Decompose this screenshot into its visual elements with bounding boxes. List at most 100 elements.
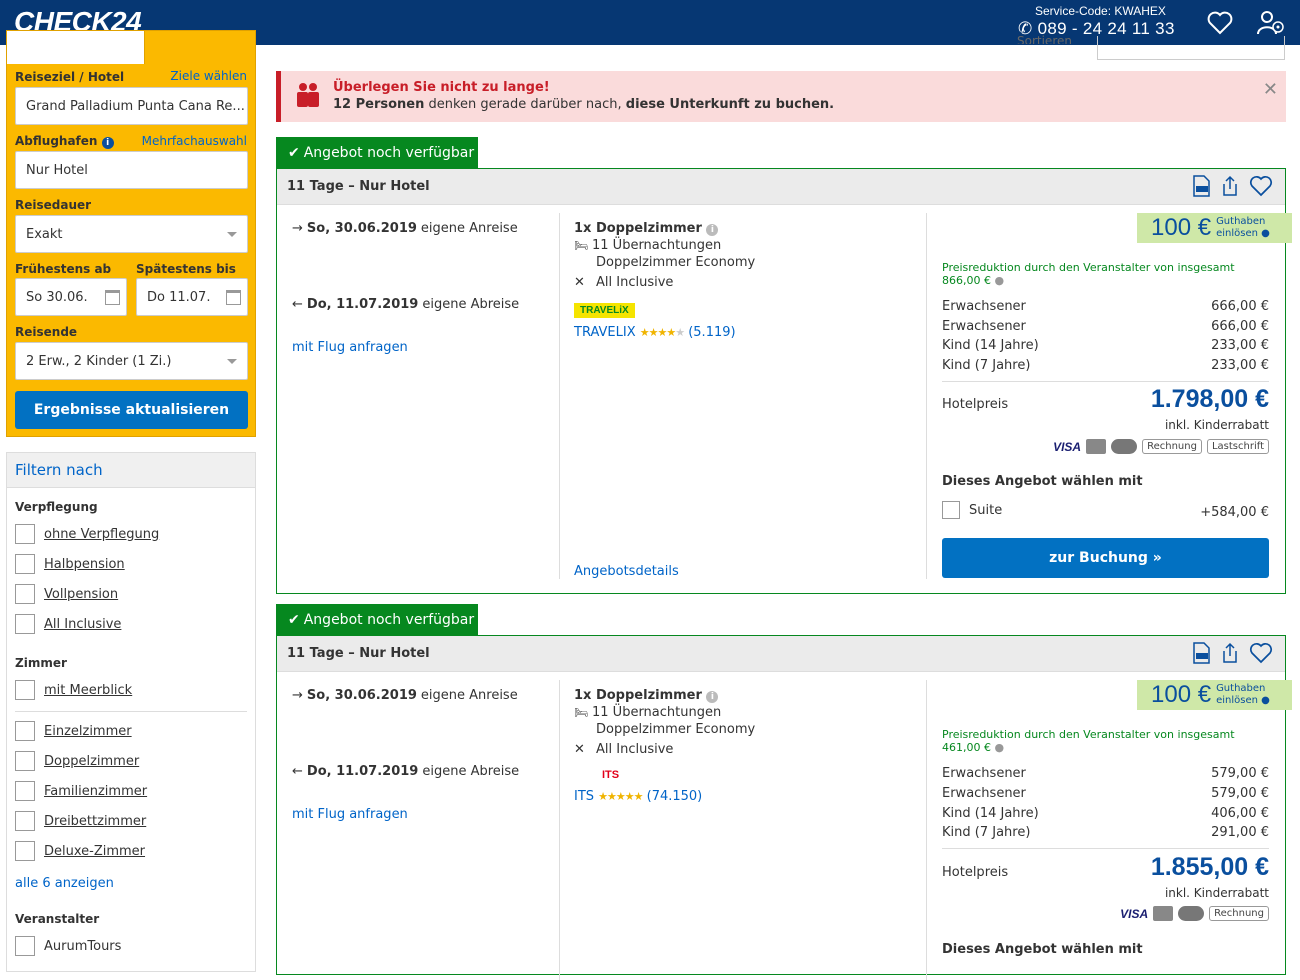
- room-title: 1x Doppelzimmer: [574, 688, 702, 703]
- divider: [559, 213, 560, 579]
- checkbox[interactable]: [15, 554, 35, 574]
- mastercard-icon: [1178, 906, 1205, 921]
- checkbox[interactable]: [15, 811, 35, 831]
- show-all-rooms-link[interactable]: alle 6 anzeigen: [15, 876, 114, 891]
- filter-board-none[interactable]: ohne Verpflegung: [15, 524, 159, 544]
- share-icon[interactable]: [1220, 175, 1240, 201]
- user-account-icon[interactable]: [1256, 8, 1286, 38]
- offer-card: 11 Tage – Nur Hotel → So, 30.06.2019 eigen…: [276, 635, 1292, 980]
- checkbox[interactable]: [15, 680, 35, 700]
- visa-icon: VISA: [1120, 906, 1149, 921]
- info-icon[interactable]: i: [706, 691, 719, 703]
- filter-room-single[interactable]: Einzelzimmer: [15, 721, 132, 741]
- close-icon[interactable]: ✕: [1263, 79, 1278, 100]
- request-with-flight-link[interactable]: mit Flug anfragen: [292, 340, 408, 355]
- update-results-button[interactable]: Ergebnisse aktualisieren: [15, 391, 248, 429]
- checkbox[interactable]: [15, 721, 35, 741]
- offer-header: 11 Tage – Nur Hotel: [277, 636, 1285, 672]
- rating-count: (74.150): [646, 789, 703, 804]
- rating-stars: ★★★★★: [639, 326, 685, 339]
- checkbox[interactable]: [15, 524, 35, 544]
- operator-name: ITS: [574, 789, 595, 804]
- checkbox[interactable]: [942, 501, 960, 519]
- arrival-text: eigene Anreise: [420, 221, 518, 236]
- sort-select[interactable]: [1097, 36, 1285, 60]
- multi-select-link[interactable]: Mehrfachauswahl: [142, 134, 247, 148]
- divider: [942, 381, 1269, 382]
- filter-room-deluxe[interactable]: Deluxe-Zimmer: [15, 841, 145, 861]
- pdf-icon[interactable]: [1191, 175, 1211, 201]
- filter-board-full[interactable]: Vollpension: [15, 584, 118, 604]
- airport-input[interactable]: Nur Hotel: [15, 151, 248, 189]
- hotel-price-label: Hotelpreis: [942, 865, 1009, 880]
- choose-destinations-link[interactable]: Ziele wählen: [170, 69, 247, 83]
- room-info: 1x Doppelzimmer i 🛏 11 Übernachtungen Dop…: [574, 221, 755, 340]
- checkbox[interactable]: [15, 936, 35, 956]
- price-value: 666,00 €: [1211, 299, 1269, 314]
- credit-label: Guthaben: [1216, 216, 1266, 227]
- filter-operator-aurumtours[interactable]: AurumTours: [15, 936, 121, 956]
- request-with-flight-link[interactable]: mit Flug anfragen: [292, 807, 408, 822]
- filter-board-half[interactable]: Halbpension: [15, 554, 125, 574]
- credit-badge[interactable]: 100 € Guthaben einlösen ●: [1137, 680, 1292, 710]
- book-button[interactable]: zur Buchung »: [942, 538, 1269, 578]
- share-icon[interactable]: [1220, 642, 1240, 668]
- info-icon[interactable]: ●: [994, 274, 1004, 287]
- filter-board-allinclusive[interactable]: All Inclusive: [15, 614, 121, 634]
- favorite-heart-icon[interactable]: [1249, 175, 1273, 201]
- operator-rating[interactable]: TRAVELIX ★★★★★ (5.119): [574, 325, 755, 340]
- operator-group-label: Veranstalter: [15, 912, 100, 926]
- price-row: Kind (14 Jahre) 233,00 €: [942, 338, 1269, 353]
- choose-offer-label: Dieses Angebot wählen mit: [942, 942, 1143, 957]
- travelers-value: 2 Erw., 2 Kinder (1 Zi.): [26, 353, 172, 369]
- filter-room-double[interactable]: Doppelzimmer: [15, 751, 139, 771]
- wishlist-heart-icon[interactable]: [1205, 8, 1235, 38]
- suite-option[interactable]: Suite: [942, 501, 1002, 519]
- arrow-left-icon: ←: [292, 764, 303, 779]
- departure-row: ← Do, 11.07.2019 eigene Abreise: [292, 764, 519, 779]
- checkbox[interactable]: [15, 841, 35, 861]
- operator-rating[interactable]: ITS ★★★★★ (74.150): [574, 789, 755, 804]
- invoice-badge: Rechnung: [1209, 906, 1269, 921]
- credit-label: Guthaben: [1216, 683, 1266, 694]
- cutlery-icon: ✕: [574, 742, 585, 757]
- travelers-select[interactable]: 2 Erw., 2 Kinder (1 Zi.): [15, 342, 248, 380]
- pdf-icon[interactable]: [1191, 642, 1211, 668]
- checkbox[interactable]: [15, 781, 35, 801]
- price-label: Erwachsener: [942, 299, 1026, 314]
- rating-count: (5.119): [688, 325, 736, 340]
- filter-label: Deluxe-Zimmer: [44, 843, 146, 859]
- price-value: 233,00 €: [1211, 358, 1269, 373]
- credit-badge[interactable]: 100 € Guthaben einlösen ●: [1137, 213, 1292, 243]
- room-info: 1x Doppelzimmer i 🛏 11 Übernachtungen Dop…: [574, 688, 755, 804]
- info-icon[interactable]: ●: [994, 741, 1004, 754]
- from-date-input[interactable]: So 30.06.: [15, 278, 127, 316]
- rooms-group-label: Zimmer: [15, 656, 67, 670]
- favorite-heart-icon[interactable]: [1249, 642, 1273, 668]
- filter-label: ohne Verpflegung: [44, 526, 160, 542]
- tab-flug-hotel[interactable]: [7, 31, 145, 64]
- info-icon[interactable]: i: [101, 137, 114, 149]
- arrival-row: → So, 30.06.2019 eigene Anreise: [292, 221, 518, 236]
- info-icon[interactable]: i: [706, 224, 719, 236]
- checkbox[interactable]: [15, 614, 35, 634]
- filter-room-family[interactable]: Familienzimmer: [15, 781, 147, 801]
- bed-icon: 🛏: [574, 239, 588, 252]
- info-icon: ●: [1261, 228, 1270, 239]
- offer-title: 11 Tage – Nur Hotel: [287, 646, 430, 661]
- invoice-badge: Rechnung: [1142, 439, 1202, 454]
- duration-select[interactable]: Exakt: [15, 215, 248, 253]
- to-date-input[interactable]: Do 11.07.: [136, 278, 248, 316]
- checkbox[interactable]: [15, 751, 35, 771]
- board-group-label: Verpflegung: [15, 500, 98, 514]
- calendar-icon: [105, 290, 120, 305]
- filter-room-seaview[interactable]: mit Meerblick: [15, 680, 132, 700]
- offer-header: 11 Tage – Nur Hotel: [277, 169, 1285, 205]
- filter-label: Familienzimmer: [44, 783, 148, 799]
- filter-room-triple[interactable]: Dreibettzimmer: [15, 811, 146, 831]
- checkbox[interactable]: [15, 584, 35, 604]
- destination-input[interactable]: Grand Palladium Punta Cana Re...: [15, 87, 248, 125]
- offer-details-link[interactable]: Angebotsdetails: [574, 564, 679, 579]
- arrival-text: eigene Anreise: [420, 688, 518, 703]
- price-row: Erwachsener 579,00 €: [942, 786, 1269, 801]
